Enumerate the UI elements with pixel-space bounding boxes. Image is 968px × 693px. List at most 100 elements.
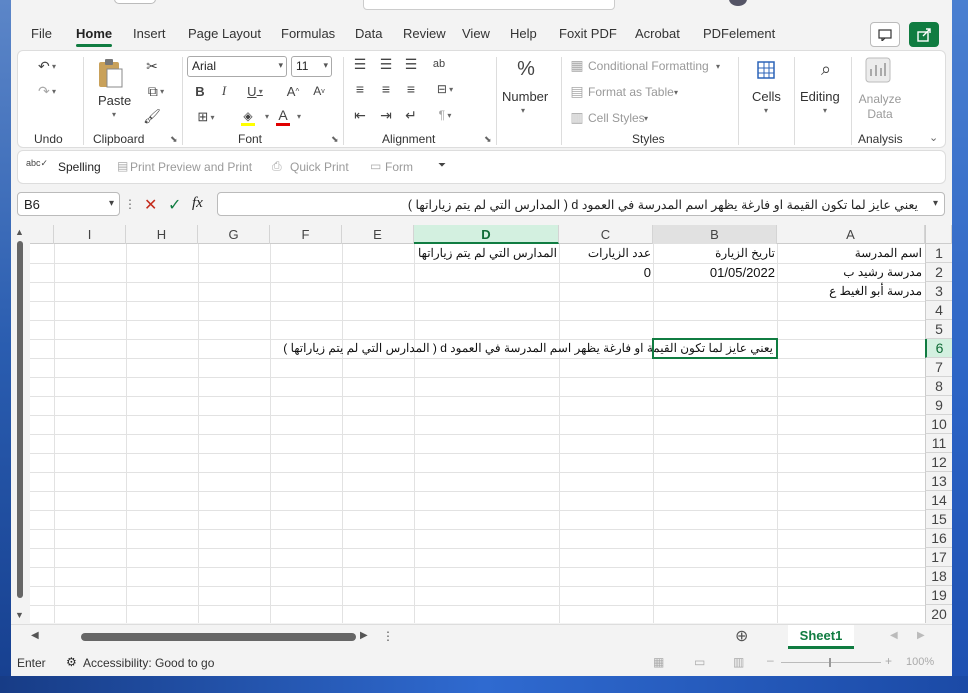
print-preview-button[interactable]: Print Preview and Print (130, 160, 252, 174)
tab-page-layout[interactable]: Page Layout (188, 26, 261, 41)
increase-indent-button[interactable]: ⇥ (378, 107, 394, 123)
enter-check-icon[interactable]: ✓ (168, 195, 181, 215)
row-header[interactable]: 20 (925, 605, 952, 623)
row-header[interactable]: 3 (925, 282, 952, 301)
row-header[interactable]: 8 (925, 377, 952, 396)
select-all-corner[interactable] (925, 225, 952, 244)
autosave-toggle[interactable] (114, 0, 156, 4)
row-header[interactable]: 2 (925, 263, 952, 282)
zoom-level[interactable]: 100% (906, 656, 934, 668)
column-header-g[interactable]: G (198, 225, 270, 244)
tab-formulas[interactable]: Formulas (281, 26, 335, 41)
cell-styles-button[interactable]: Cell Styles (588, 111, 645, 125)
row-header[interactable]: 9 (925, 396, 952, 415)
next-sheet-icon[interactable]: ▶ (917, 630, 925, 641)
editing-chevron-icon[interactable]: ▾ (823, 106, 827, 115)
scroll-down-icon[interactable]: ▼ (15, 610, 24, 620)
column-header-b[interactable]: B (653, 225, 777, 244)
editing-button[interactable]: Editing (800, 89, 840, 104)
row-header[interactable]: 15 (925, 510, 952, 529)
cell-a2[interactable]: مدرسة رشيد ب (777, 263, 922, 282)
row-header[interactable]: 11 (925, 434, 952, 453)
tab-help[interactable]: Help (510, 26, 537, 41)
decrease-font-button[interactable]: Av (310, 82, 328, 100)
page-layout-view-icon[interactable]: ▭ (694, 655, 705, 669)
number-format-button[interactable]: Number (502, 89, 548, 104)
row-header[interactable]: 14 (925, 491, 952, 510)
cut-button[interactable]: ✂ (142, 56, 162, 76)
row-header[interactable]: 10 (925, 415, 952, 434)
increase-font-button[interactable]: A ^ (284, 82, 302, 100)
column-header-c[interactable]: C (559, 225, 653, 244)
row-header[interactable]: 12 (925, 453, 952, 472)
bold-button[interactable]: B (192, 82, 208, 100)
name-box[interactable]: B6 ▾ (17, 192, 120, 216)
page-break-view-icon[interactable]: ▥ (733, 655, 744, 669)
tab-review[interactable]: Review (403, 26, 446, 41)
alignment-launcher-icon[interactable]: ⬊ (484, 134, 492, 145)
formula-input[interactable]: يعني عايز لما تكون القيمة او فارغة يظهر … (217, 192, 945, 216)
cancel-icon[interactable]: ✕ (144, 195, 157, 215)
vertical-scroll-thumb[interactable] (17, 241, 23, 598)
cell-c1[interactable]: عدد الزيارات (559, 244, 651, 263)
zoom-slider-handle[interactable] (829, 658, 831, 667)
copy-button[interactable]: ⧉ ▾ (140, 81, 172, 101)
customize-toolbar-icon[interactable]: ⏷ (438, 160, 446, 171)
align-middle-button[interactable]: ☰ (378, 56, 394, 72)
zoom-slider[interactable] (781, 662, 881, 663)
column-header-a[interactable]: A (777, 225, 925, 244)
conditional-formatting-button[interactable]: Conditional Formatting (588, 59, 709, 73)
cell-a1[interactable]: اسم المدرسة (777, 244, 922, 263)
tab-file[interactable]: File (31, 26, 52, 41)
add-sheet-icon[interactable]: ⊕ (735, 626, 748, 646)
share-button[interactable] (909, 22, 939, 47)
row-header[interactable]: 1 (925, 244, 952, 263)
zoom-in-icon[interactable]: + (885, 654, 892, 668)
align-left-button[interactable]: ≡ (352, 81, 368, 97)
row-header[interactable]: 16 (925, 529, 952, 548)
font-name-select[interactable]: Arial ▾ (187, 56, 287, 77)
row-header[interactable]: 4 (925, 301, 952, 320)
column-header-h[interactable]: H (126, 225, 198, 244)
orientation-button[interactable]: ab (430, 56, 448, 72)
comments-button[interactable] (870, 22, 900, 47)
font-color-button[interactable]: A (274, 106, 292, 126)
font-size-select[interactable]: 11 ▾ (291, 56, 332, 77)
chevron-down-icon[interactable]: ▾ (265, 112, 269, 121)
column-header-e[interactable]: E (342, 225, 414, 244)
normal-view-icon[interactable]: ▦ (653, 655, 664, 669)
paste-button[interactable] (92, 56, 128, 90)
cell-b6[interactable]: يعني عايز لما تكون القيمة او فارغة يظهر … (54, 339, 775, 358)
format-painter-button[interactable]: 🖌 (142, 106, 162, 126)
clipboard-launcher-icon[interactable]: ⬊ (170, 134, 178, 145)
cells-button[interactable]: Cells (752, 89, 781, 104)
row-header[interactable]: 7 (925, 358, 952, 377)
column-header-d[interactable]: D (414, 225, 559, 244)
scroll-left-icon[interactable]: ◀ (31, 630, 39, 641)
cells-chevron-icon[interactable]: ▾ (764, 106, 768, 115)
align-center-button[interactable]: ≡ (378, 81, 394, 97)
form-button[interactable]: Form (385, 160, 413, 174)
align-bottom-button[interactable]: ☰ (403, 56, 419, 72)
merge-center-button[interactable]: ⊟ ▾ (430, 81, 460, 97)
tab-pdfelement[interactable]: PDFelement (703, 26, 775, 41)
tab-data[interactable]: Data (355, 26, 382, 41)
row-header[interactable]: 17 (925, 548, 952, 567)
analyze-data-button[interactable]: Analyze Data (858, 92, 902, 122)
spelling-button[interactable]: Spelling (58, 160, 101, 174)
horizontal-scroll-thumb[interactable] (81, 633, 356, 641)
row-header-selected[interactable]: 6 (925, 339, 952, 358)
number-chevron-icon[interactable]: ▾ (521, 106, 525, 115)
row-header[interactable]: 18 (925, 567, 952, 586)
align-right-button[interactable]: ≡ (403, 81, 419, 97)
fill-color-button[interactable]: ◈ (232, 108, 264, 126)
decrease-indent-button[interactable]: ⇤ (352, 107, 368, 123)
column-header-i[interactable]: I (54, 225, 126, 244)
row-header[interactable]: 5 (925, 320, 952, 339)
text-direction-button[interactable]: ¶ ▾ (430, 107, 460, 123)
underline-button[interactable]: U ▾ (240, 82, 270, 100)
worksheet-grid[interactable]: I H G F E D C B A 1 2 3 4 5 6 7 8 9 10 1… (30, 225, 952, 623)
align-top-button[interactable]: ☰ (352, 56, 368, 72)
cell-c2[interactable]: 0 (559, 263, 651, 282)
scroll-right-icon[interactable]: ▶ (360, 630, 368, 641)
